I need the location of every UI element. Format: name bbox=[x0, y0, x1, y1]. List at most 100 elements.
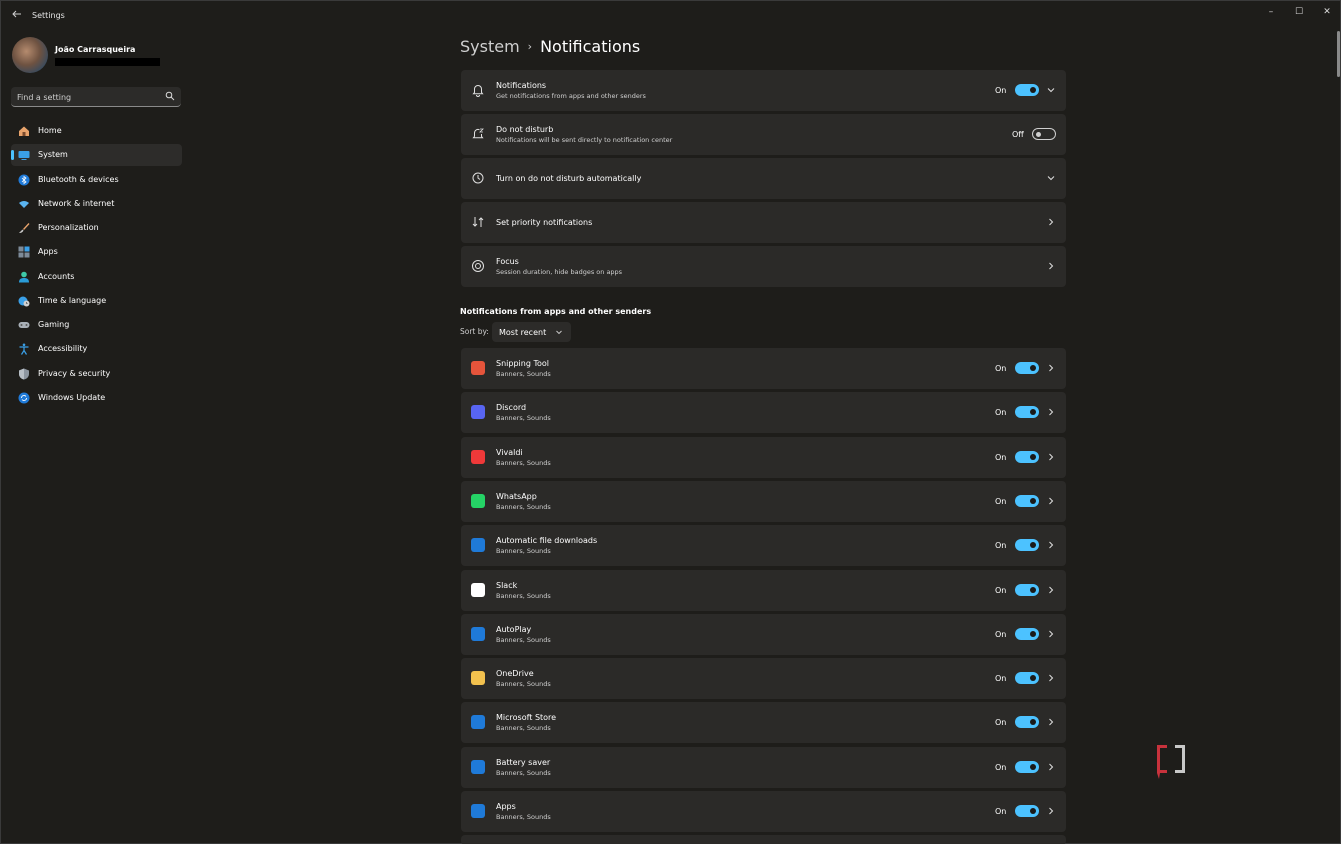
sidebar-item-label: System bbox=[38, 150, 68, 160]
table-row[interactable]: Apps Banners, Sounds On bbox=[461, 791, 1066, 832]
sidebar-item-accounts[interactable]: Accounts bbox=[11, 266, 182, 288]
back-button[interactable] bbox=[9, 8, 25, 24]
table-row[interactable]: Microsoft Store Banners, Sounds On bbox=[461, 702, 1066, 744]
sidebar-item-label: Privacy & security bbox=[38, 368, 111, 378]
sidebar-item-personalization[interactable]: Personalization bbox=[11, 217, 182, 239]
app-notification-toggle[interactable] bbox=[1015, 539, 1039, 552]
chevron-right-icon[interactable] bbox=[1046, 717, 1056, 727]
chevron-right-icon[interactable] bbox=[1046, 363, 1056, 373]
toggle-knob bbox=[1030, 87, 1036, 93]
table-row[interactable]: OneDrive Banners, Sounds On bbox=[461, 658, 1066, 700]
toggle-knob bbox=[1030, 409, 1036, 416]
table-row[interactable]: WhatsApp Banners, Sounds On bbox=[461, 480, 1066, 522]
table-row[interactable]: Battery saver Banners, Sounds On bbox=[461, 746, 1066, 788]
sidebar-item-home[interactable]: Home bbox=[11, 120, 182, 142]
chevron-right-icon[interactable] bbox=[1046, 806, 1056, 816]
setting-focus[interactable]: Focus Session duration, hide badges on a… bbox=[461, 246, 1066, 287]
sidebar-item-label: Time & language bbox=[38, 295, 107, 305]
sidebar-item-gaming[interactable]: Gaming bbox=[11, 314, 182, 336]
sidebar-item-privacy-security[interactable]: Privacy & security bbox=[11, 363, 182, 385]
table-row[interactable] bbox=[461, 835, 1066, 844]
breadcrumb-parent[interactable]: System bbox=[460, 37, 520, 56]
table-row[interactable]: Slack Banners, Sounds On bbox=[461, 569, 1066, 611]
app-notification-toggle[interactable] bbox=[1015, 627, 1039, 640]
chevron-right-icon[interactable] bbox=[1046, 452, 1056, 462]
app-notification-toggle[interactable] bbox=[1015, 583, 1039, 596]
app-notification-toggle[interactable] bbox=[1015, 362, 1039, 374]
microsoft-store-icon bbox=[471, 715, 485, 730]
chevron-right-icon[interactable] bbox=[1046, 261, 1056, 271]
chevron-right-icon[interactable] bbox=[1046, 540, 1056, 550]
setting-do-not-disturb[interactable]: Do not disturb Notifications will be sen… bbox=[461, 114, 1066, 155]
sidebar-item-time-language[interactable]: Time & language bbox=[11, 290, 182, 312]
chevron-right-icon[interactable] bbox=[1046, 673, 1056, 683]
chevron-right-icon[interactable] bbox=[1046, 762, 1056, 772]
sidebar-item-label: Gaming bbox=[38, 320, 70, 329]
chevron-down-icon[interactable] bbox=[1046, 85, 1056, 95]
table-row[interactable]: Discord Banners, Sounds On bbox=[461, 392, 1066, 434]
toggle-knob bbox=[1030, 630, 1036, 637]
scrollbar[interactable] bbox=[1337, 31, 1340, 77]
sidebar-item-label: Bluetooth & devices bbox=[38, 174, 119, 184]
sort-dropdown[interactable]: Most recent bbox=[492, 322, 571, 342]
avatar[interactable] bbox=[12, 37, 48, 73]
minimize-button[interactable]: – bbox=[1259, 5, 1283, 19]
chevron-right-icon[interactable] bbox=[1046, 217, 1056, 227]
apps-icon bbox=[471, 804, 485, 818]
app-detail: Banners, Sounds bbox=[496, 591, 551, 600]
toggle-knob bbox=[1030, 586, 1036, 593]
chevron-right-icon[interactable] bbox=[1046, 407, 1056, 417]
sidebar-nav: Home System Bluetooth & devices Network … bbox=[11, 120, 182, 411]
app-name: Automatic file downloads bbox=[496, 536, 598, 546]
toggle-state-label: On bbox=[995, 807, 1007, 816]
chevron-right-icon[interactable] bbox=[1046, 585, 1056, 595]
shield-icon bbox=[19, 368, 29, 379]
app-detail: Banners, Sounds bbox=[496, 547, 551, 556]
sidebar-item-accessibility[interactable]: Accessibility bbox=[11, 338, 182, 360]
sidebar-item-bluetooth-devices[interactable]: Bluetooth & devices bbox=[11, 169, 182, 191]
sidebar-item-apps[interactable]: Apps bbox=[11, 241, 182, 263]
notifications-toggle[interactable] bbox=[1015, 84, 1039, 96]
globe-clock-icon bbox=[18, 296, 30, 307]
chevron-down-icon[interactable] bbox=[1046, 173, 1056, 183]
table-row[interactable]: Automatic file downloads Banners, Sounds O… bbox=[461, 525, 1066, 567]
setting-title: Set priority notifications bbox=[496, 218, 593, 227]
app-notification-toggle[interactable] bbox=[1015, 805, 1039, 817]
app-notification-toggle[interactable] bbox=[1015, 406, 1039, 419]
search-box[interactable] bbox=[11, 87, 181, 107]
sidebar-item-label: Windows Update bbox=[38, 392, 106, 402]
setting-priority-notifications[interactable]: Set priority notifications bbox=[461, 202, 1066, 243]
search-input[interactable] bbox=[17, 91, 157, 103]
wifi-icon bbox=[19, 200, 29, 208]
sidebar-item-system[interactable]: System bbox=[11, 144, 182, 167]
table-row[interactable]: Snipping Tool Banners, Sounds On bbox=[461, 348, 1066, 389]
accounts-icon bbox=[19, 271, 29, 282]
app-notification-toggle[interactable] bbox=[1015, 760, 1039, 773]
maximize-button[interactable]: ☐ bbox=[1287, 5, 1311, 19]
table-row[interactable]: AutoPlay Banners, Sounds On bbox=[461, 613, 1066, 655]
sidebar-item-network[interactable]: Network & internet bbox=[11, 193, 182, 215]
table-row[interactable]: Vivaldi Banners, Sounds On bbox=[461, 436, 1066, 478]
setting-title: Focus bbox=[496, 257, 519, 266]
search-icon[interactable] bbox=[165, 91, 175, 101]
app-notification-toggle[interactable] bbox=[1015, 672, 1039, 685]
toggle-state-label: On bbox=[995, 541, 1007, 551]
close-button[interactable]: ✕ bbox=[1315, 5, 1339, 19]
chevron-right-icon[interactable] bbox=[1046, 629, 1056, 639]
toggle-knob bbox=[1030, 497, 1036, 504]
do-not-disturb-toggle[interactable] bbox=[1032, 128, 1056, 140]
setting-dnd-automatically[interactable]: Turn on do not disturb automatically bbox=[461, 158, 1066, 199]
app-notification-toggle[interactable] bbox=[1015, 450, 1039, 463]
sidebar-item-label: Network & internet bbox=[38, 198, 115, 208]
sidebar-item-label: Personalization bbox=[38, 223, 99, 232]
app-name: Discord bbox=[496, 403, 527, 413]
setting-notifications[interactable]: Notifications Get notifications from app… bbox=[461, 70, 1066, 111]
sidebar-item-windows-update[interactable]: Windows Update bbox=[11, 387, 182, 409]
section-title: Notifications from apps and other sender… bbox=[460, 307, 652, 316]
app-notification-toggle[interactable] bbox=[1015, 716, 1039, 729]
app-notification-toggle[interactable] bbox=[1015, 494, 1039, 507]
chevron-right-icon[interactable] bbox=[1046, 496, 1056, 506]
sort-value: Most recent bbox=[499, 328, 547, 337]
snipping-tool-icon bbox=[471, 361, 485, 375]
toggle-knob bbox=[1030, 808, 1036, 814]
